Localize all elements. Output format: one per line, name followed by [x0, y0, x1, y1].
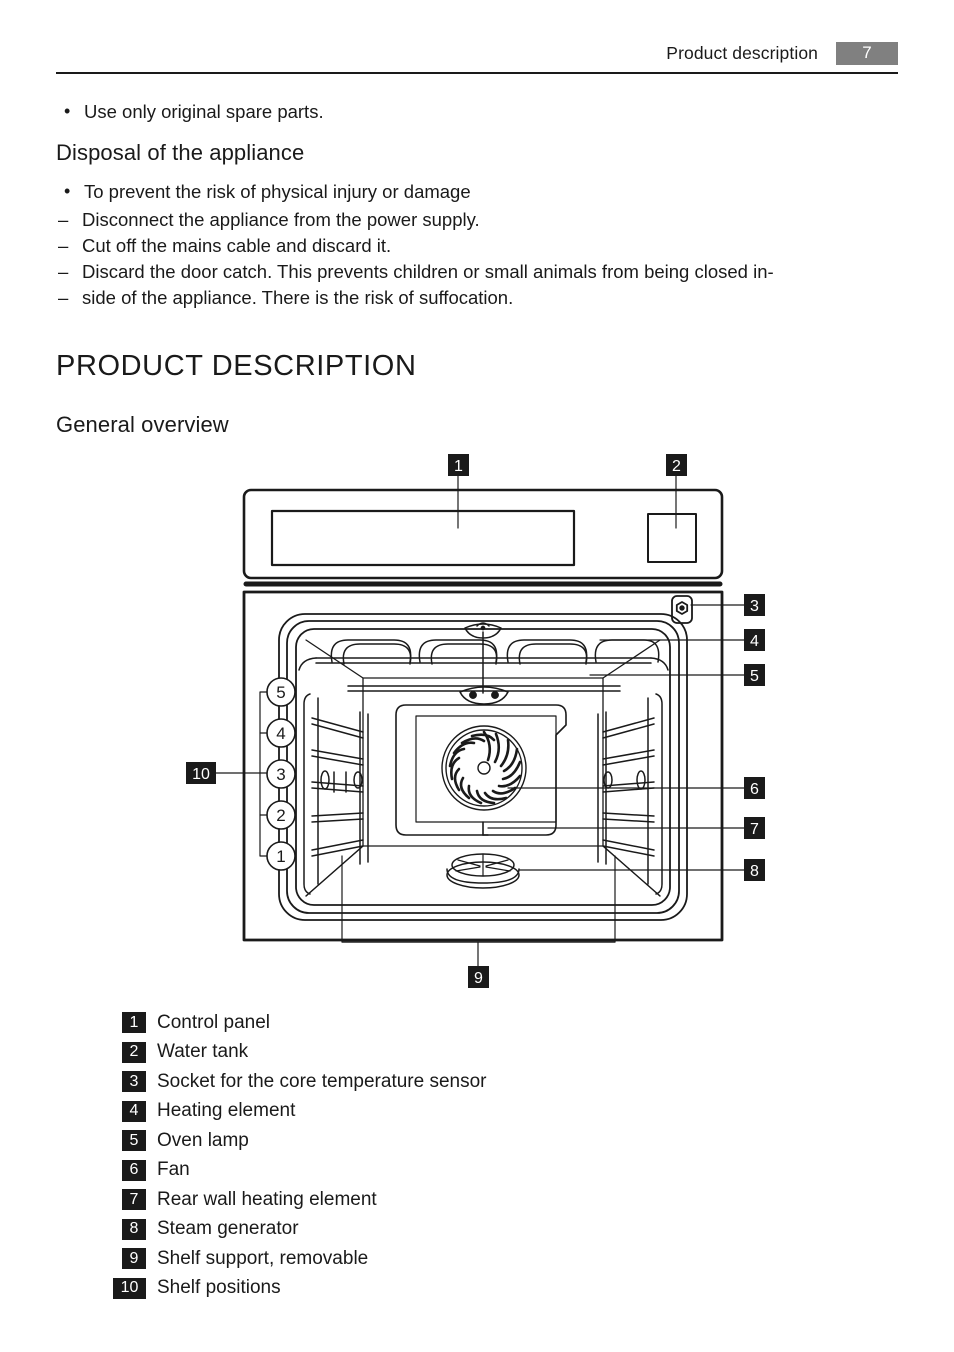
legend-label-1: Control panel [157, 1011, 271, 1033]
svg-text:5: 5 [750, 668, 759, 685]
rear-wall-panel [395, 704, 567, 836]
list-item: 6 Fan [122, 1156, 762, 1186]
list-item: 10 Shelf positions [113, 1274, 762, 1304]
callout-7: 7 [744, 817, 765, 839]
list-item: 9 Shelf support, removable [122, 1244, 762, 1274]
legend-label-4: Heating element [157, 1100, 296, 1122]
disposal-section: Disposal of the appliance To prevent the… [56, 140, 906, 311]
list-item: Disconnect the appliance from the power … [56, 207, 906, 233]
callout-5: 5 [744, 664, 765, 686]
callout-8: 8 [744, 859, 765, 881]
list-item: To prevent the risk of physical injury o… [56, 176, 906, 207]
oven-diagram: 5 4 3 2 1 1 2 3 4 5 6 7 8 9 10 [120, 450, 840, 1010]
svg-text:2: 2 [672, 458, 681, 475]
list-item: Use only original spare parts. [56, 96, 906, 127]
shelf-support-leaders [341, 855, 616, 943]
legend-badge-2: 2 [122, 1041, 146, 1063]
legend-badge-10: 10 [113, 1277, 146, 1299]
legend-label-7: Rear wall heating element [157, 1188, 377, 1210]
svg-text:9: 9 [474, 970, 483, 987]
intro-bullet-list: Use only original spare parts. [56, 96, 906, 127]
svg-text:8: 8 [750, 863, 759, 880]
callout-9: 9 [468, 966, 489, 988]
callout-2: 2 [666, 454, 687, 476]
svg-text:7: 7 [750, 821, 759, 838]
shelf-support-left [303, 693, 369, 895]
shelf-position-3: 3 [276, 765, 285, 784]
section-subtitle: General overview [56, 412, 229, 437]
shelf-position-labels: 5 4 3 2 1 [276, 683, 285, 866]
callout-4: 4 [744, 629, 765, 651]
legend-label-2: Water tank [157, 1041, 249, 1063]
shelf-position-5: 5 [276, 683, 285, 702]
callout-3: 3 [744, 594, 765, 616]
legend-label-9: Shelf support, removable [157, 1247, 369, 1269]
list-item: 1 Control panel [122, 1008, 762, 1038]
legend-badge-4: 4 [122, 1100, 146, 1122]
disposal-heading: Disposal of the appliance [56, 140, 305, 165]
header-divider [56, 72, 898, 74]
callout-1: 1 [448, 454, 469, 476]
callout-10: 10 [186, 762, 216, 784]
legend-badge-5: 5 [122, 1130, 146, 1152]
svg-text:3: 3 [750, 598, 759, 615]
list-item: 8 Steam generator [122, 1215, 762, 1245]
shelf-position-2: 2 [276, 806, 285, 825]
list-item: Discard the door catch. This prevents ch… [56, 259, 906, 285]
svg-text:4: 4 [750, 633, 759, 650]
legend-label-5: Oven lamp [157, 1129, 249, 1151]
svg-text:6: 6 [750, 781, 759, 798]
diagram-legend: 1 Control panel 2 Water tank 3 Socket fo… [113, 1008, 762, 1304]
legend-label-6: Fan [157, 1159, 190, 1181]
list-item: 4 Heating element [122, 1097, 762, 1127]
legend-label-3: Socket for the core temperature sensor [157, 1070, 487, 1092]
legend-badge-1: 1 [122, 1012, 146, 1034]
legend-badge-3: 3 [122, 1071, 146, 1093]
list-item: 2 Water tank [122, 1038, 762, 1068]
control-panel-display [270, 509, 576, 567]
list-item-continuation-text: side of the appliance. There is the risk… [82, 287, 514, 308]
page-title: PRODUCT DESCRIPTION [56, 350, 417, 382]
legend-badge-7: 7 [122, 1189, 146, 1211]
page-number-badge: 7 [836, 41, 898, 65]
product-description-heading-block: PRODUCT DESCRIPTION [56, 350, 906, 383]
fan [441, 725, 527, 811]
shelf-position-bracket [259, 691, 268, 857]
list-item: Cut off the mains cable and discard it. [56, 233, 906, 259]
legend-badge-8: 8 [122, 1218, 146, 1240]
page-header: Product description 7 [56, 38, 898, 68]
steam-generator [446, 853, 520, 889]
fan-blades [448, 730, 522, 805]
legend-label-10: Shelf positions [157, 1277, 281, 1299]
general-overview-heading-block: General overview [56, 412, 906, 438]
shelf-position-4: 4 [276, 724, 285, 743]
shelf-position-1: 1 [276, 847, 285, 866]
svg-text:1: 1 [454, 458, 463, 475]
header-title: Product description [666, 42, 818, 63]
shelf-support-right [597, 693, 663, 895]
svg-text:10: 10 [192, 766, 210, 783]
callout-6: 6 [744, 777, 765, 799]
list-item: 5 Oven lamp [122, 1126, 762, 1156]
legend-badge-6: 6 [122, 1159, 146, 1181]
legend-badge-9: 9 [122, 1248, 146, 1270]
water-tank [647, 513, 697, 563]
oven-illustration: 5 4 3 2 1 1 2 3 4 5 6 7 8 9 10 [186, 454, 765, 988]
legend-label-8: Steam generator [157, 1218, 299, 1240]
list-item: 7 Rear wall heating element [122, 1185, 762, 1215]
list-item: 3 Socket for the core temperature sensor [122, 1067, 762, 1097]
